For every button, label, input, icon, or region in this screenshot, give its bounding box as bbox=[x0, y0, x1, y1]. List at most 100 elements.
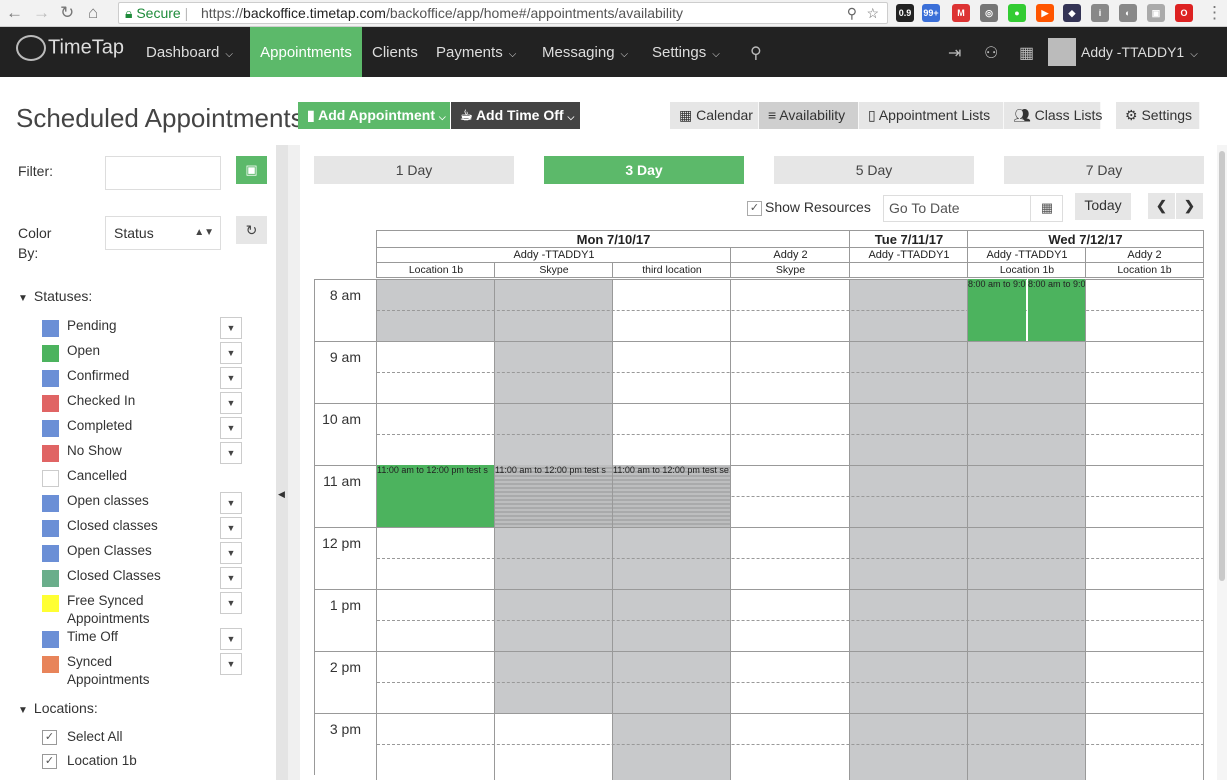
appointment-block[interactable]: 8:00 am to 9:0 bbox=[968, 279, 1026, 341]
extension-icon[interactable]: ◎ bbox=[980, 4, 998, 22]
extension-icon[interactable]: ● bbox=[1008, 4, 1026, 22]
checkbox-checked-icon[interactable]: ✓ bbox=[42, 730, 57, 745]
sidebar-splitter[interactable]: ◀ bbox=[276, 145, 288, 780]
status-dropdown[interactable]: ▼ bbox=[220, 592, 242, 614]
browser-menu-icon[interactable]: ⋮ bbox=[1206, 2, 1223, 24]
status-dropdown[interactable]: ▼ bbox=[220, 317, 242, 339]
book-icon: ▯ bbox=[868, 107, 876, 123]
status-dropdown[interactable]: ▼ bbox=[220, 367, 242, 389]
status-swatch bbox=[42, 445, 59, 462]
status-dropdown[interactable]: ▼ bbox=[220, 417, 242, 439]
column-line bbox=[494, 279, 495, 780]
nav-label: Payments bbox=[436, 44, 503, 61]
sign-in-icon[interactable]: ⇥ bbox=[948, 43, 961, 63]
chevron-down-icon: ⌵ bbox=[1190, 49, 1198, 60]
add-time-off-label: Add Time Off bbox=[475, 107, 564, 123]
status-label: Open bbox=[67, 343, 101, 358]
add-appointment-button[interactable]: ▮ Add Appointment ⌵ bbox=[298, 102, 450, 129]
caret-left-icon[interactable]: ◀ bbox=[278, 489, 285, 500]
locations-title: Locations: bbox=[33, 700, 98, 716]
locations-toggle[interactable]: ▼ Locations: bbox=[18, 700, 98, 716]
page-scrollbar[interactable] bbox=[1217, 145, 1227, 780]
users-icon: 👥︎ bbox=[1013, 107, 1031, 123]
appointment-block[interactable]: 11:00 am to 12:00 pm test se bbox=[613, 465, 730, 527]
extension-icon[interactable]: ◆ bbox=[1063, 4, 1081, 22]
info-icon[interactable]: i bbox=[1091, 4, 1109, 22]
appointment-block[interactable]: 8:00 am to 9:0 bbox=[1027, 279, 1085, 341]
appointment-lists-button[interactable]: ▯ Appointment Lists bbox=[859, 102, 1004, 129]
availability-view-button[interactable]: ≡ Availability bbox=[759, 102, 859, 129]
play-icon[interactable]: ▶ bbox=[1036, 4, 1054, 22]
chevron-down-icon: ⌵ bbox=[508, 49, 517, 60]
time-label: 8 am bbox=[314, 279, 377, 341]
location-label: Location 1b bbox=[67, 753, 137, 768]
class-lists-button[interactable]: 👥︎ Class Lists bbox=[1004, 102, 1102, 129]
extension-icon[interactable]: ◐ bbox=[1119, 4, 1137, 22]
back-arrow-icon[interactable]: ← bbox=[6, 2, 23, 24]
status-dropdown[interactable]: ▼ bbox=[220, 392, 242, 414]
status-swatch bbox=[42, 470, 59, 487]
user-menu[interactable]: Addy -TTADDY1 ⌵ bbox=[1081, 44, 1198, 60]
status-swatch bbox=[42, 345, 59, 362]
statuses-toggle[interactable]: ▼ Statuses: bbox=[18, 288, 92, 304]
reload-icon[interactable]: ↻ bbox=[60, 2, 74, 24]
status-dropdown[interactable]: ▼ bbox=[220, 542, 242, 564]
status-dropdown[interactable]: ▼ bbox=[220, 342, 242, 364]
appointment-block[interactable]: 11:00 am to 12:00 pm test s bbox=[495, 465, 612, 527]
address-bar[interactable]: 🔒︎ Secure | https://backoffice.timetap.c… bbox=[118, 2, 888, 24]
sitemap-icon[interactable]: ⚇ bbox=[984, 43, 998, 63]
status-dropdown[interactable]: ▼ bbox=[220, 492, 242, 514]
status-dropdown[interactable]: ▼ bbox=[220, 653, 242, 675]
tab-5-day[interactable]: 5 Day bbox=[774, 156, 974, 184]
calendar-view-button[interactable]: ▦ Calendar bbox=[670, 102, 759, 129]
status-label: Time Off bbox=[67, 629, 119, 644]
settings-button[interactable]: ⚙ Settings bbox=[1116, 102, 1200, 129]
search-icon[interactable]: ⚲ bbox=[750, 43, 762, 63]
tab-7-day[interactable]: 7 Day bbox=[1004, 156, 1204, 184]
nav-clients[interactable]: Clients bbox=[362, 27, 428, 77]
opera-icon[interactable]: O bbox=[1175, 4, 1193, 22]
tab-3-day[interactable]: 3 Day bbox=[544, 156, 744, 184]
timetap-logo[interactable]: TimeTap bbox=[16, 35, 124, 61]
filter-input[interactable] bbox=[105, 156, 221, 190]
calendar-icon: ▦ bbox=[679, 107, 693, 123]
location-header: Skype bbox=[494, 263, 613, 278]
column-line bbox=[612, 279, 613, 780]
status-dropdown[interactable]: ▼ bbox=[220, 628, 242, 650]
nav-appointments[interactable]: Appointments bbox=[250, 27, 362, 77]
status-dropdown[interactable]: ▼ bbox=[220, 442, 242, 464]
bookmark-star-icon[interactable]: ☆ bbox=[866, 3, 879, 23]
pin-icon[interactable]: ⚲ bbox=[847, 3, 857, 23]
save-filter-button[interactable]: ▣ bbox=[236, 156, 267, 184]
tab-1-day[interactable]: 1 Day bbox=[314, 156, 514, 184]
prev-arrow-icon[interactable]: ❮ bbox=[1148, 193, 1175, 219]
gmail-icon[interactable]: M bbox=[952, 4, 970, 22]
nav-settings[interactable]: Settings ⌵ bbox=[642, 27, 730, 77]
column-line bbox=[730, 279, 731, 780]
show-resources-checkbox[interactable]: ✓ bbox=[747, 201, 762, 216]
extension-badge-icon[interactable]: 99+ bbox=[922, 4, 940, 22]
avatar[interactable] bbox=[1048, 38, 1076, 66]
home-icon[interactable]: ⌂ bbox=[88, 2, 98, 24]
color-by-select[interactable]: Status ▲▼ bbox=[105, 216, 221, 250]
scrollbar-thumb[interactable] bbox=[1219, 151, 1225, 581]
appointment-block[interactable]: 11:00 am to 12:00 pm test s bbox=[377, 465, 494, 527]
today-button[interactable]: Today bbox=[1075, 193, 1131, 220]
extension-badge-icon[interactable]: 0.9 bbox=[896, 4, 914, 22]
add-time-off-button[interactable]: ☕︎ Add Time Off ⌵ bbox=[451, 102, 580, 129]
nav-payments[interactable]: Payments ⌵ bbox=[426, 27, 526, 77]
next-arrow-icon[interactable]: ❯ bbox=[1176, 193, 1203, 219]
calendar-icon[interactable]: ▦ bbox=[1019, 43, 1034, 63]
url-prefix: https:// bbox=[201, 5, 244, 21]
status-dropdown[interactable]: ▼ bbox=[220, 567, 242, 589]
refresh-button[interactable]: ↻ bbox=[236, 216, 267, 244]
nav-messaging[interactable]: Messaging ⌵ bbox=[532, 27, 638, 77]
nav-dashboard[interactable]: Dashboard ⌵ bbox=[136, 27, 243, 77]
checkbox-checked-icon[interactable]: ✓ bbox=[42, 754, 57, 769]
forward-arrow-icon[interactable]: → bbox=[33, 2, 50, 24]
extension-icon[interactable]: ▣ bbox=[1147, 4, 1165, 22]
add-appointment-label: Add Appointment bbox=[318, 107, 435, 123]
calendar-icon[interactable]: ▦ bbox=[1030, 195, 1063, 222]
status-dropdown[interactable]: ▼ bbox=[220, 517, 242, 539]
sidebar-scrollbar[interactable] bbox=[288, 145, 300, 780]
